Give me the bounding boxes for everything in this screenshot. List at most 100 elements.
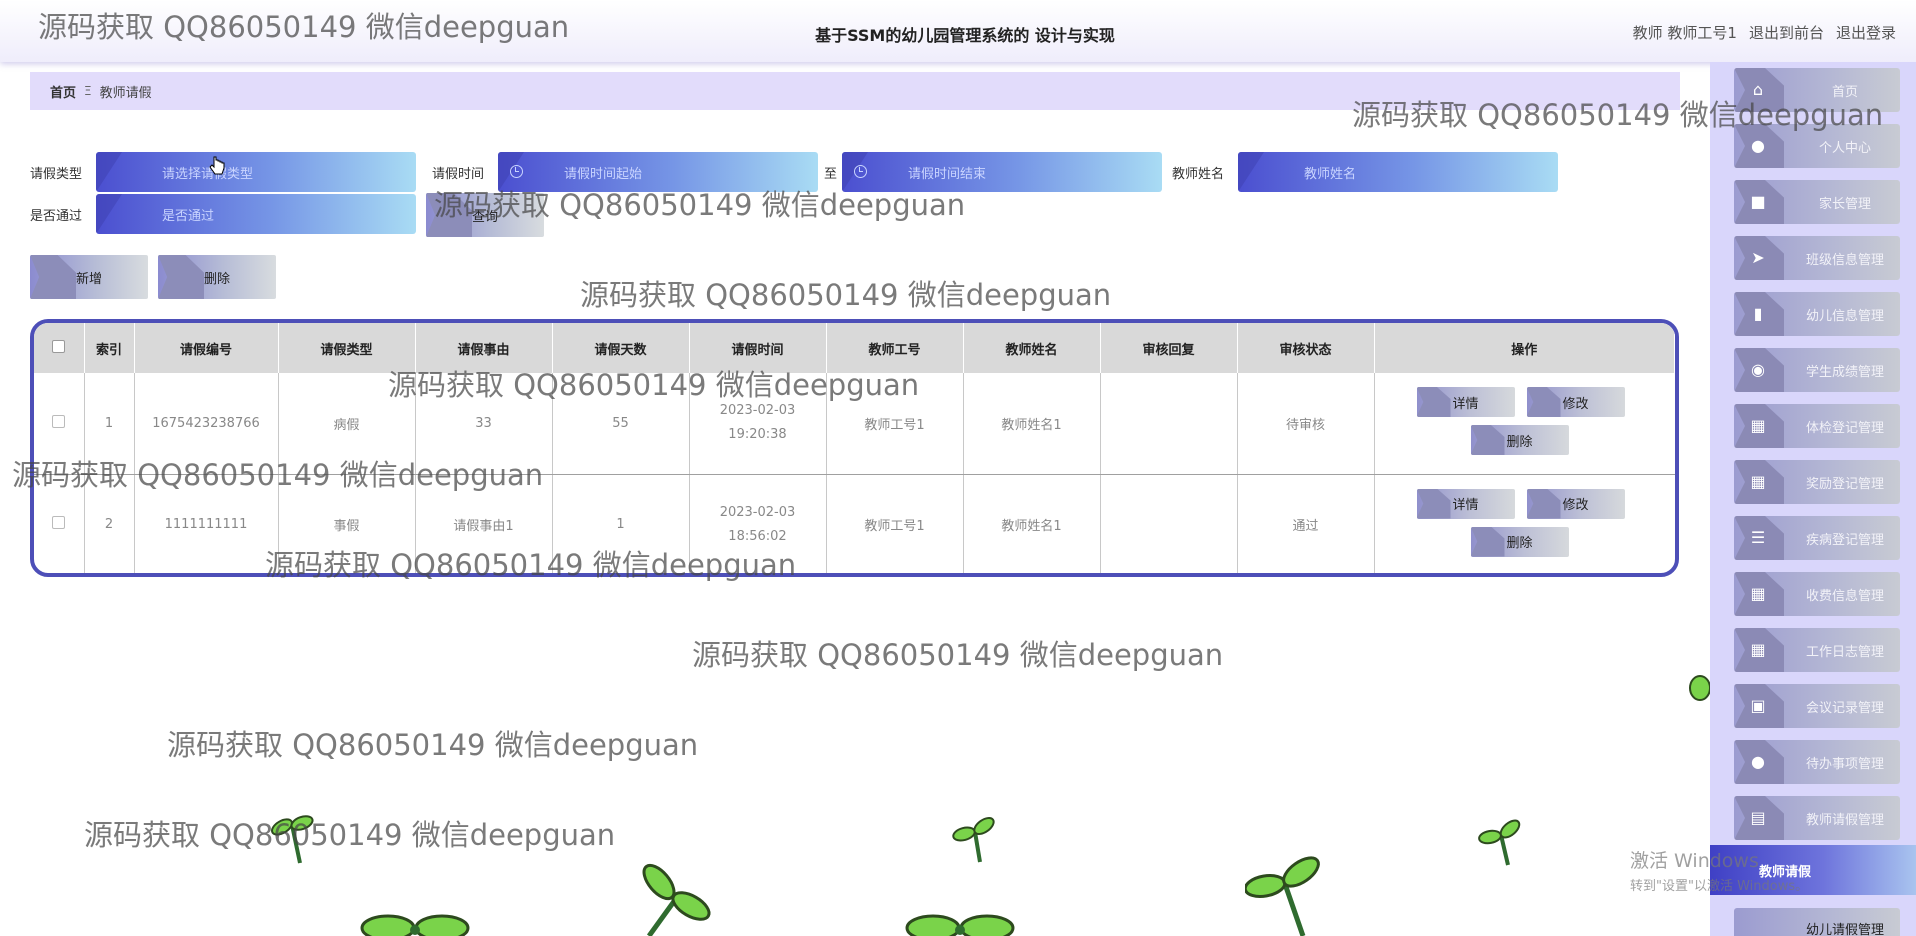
cell-status: 通过 [1237, 474, 1375, 573]
leave-table: 索引 请假编号 请假类型 请假事由 请假天数 请假时间 教师工号 教师姓名 审核… [30, 319, 1679, 577]
row-delete-button[interactable]: 删除 [1470, 425, 1569, 455]
cell-actions: 详情 修改 删除 [1374, 474, 1675, 573]
sidebar-item-label: 待办事项管理 [1805, 757, 1884, 772]
top-bar: 基于SSM的幼儿园管理系统的 设计与实现 教师 教师工号1 退出到前台 退出登录 [0, 0, 1916, 62]
sidebar-item-rewards[interactable]: ▦ 奖励登记管理 [1734, 460, 1900, 504]
sidebar-subitem-teacher-leave[interactable]: 教师请假 [1710, 845, 1916, 895]
sidebar-item-teacher-leave[interactable]: ▤ 教师请假管理 [1734, 796, 1900, 840]
search-row-1: 请假类型 请选择请假类型 请假时间 请假时间起始 至 请假时间结束 教师姓名 教… [30, 152, 1558, 192]
row-checkbox[interactable] [52, 516, 66, 529]
watermark-text: 源码获取 QQ86050149 微信deepguan [84, 818, 616, 852]
propeller-decoration [1689, 675, 1710, 701]
send-icon: ➤ [1751, 248, 1765, 267]
cell-days: 55 [552, 373, 690, 475]
sidebar-item-label: 班级信息管理 [1805, 253, 1884, 268]
select-all-checkbox[interactable] [52, 339, 66, 353]
leave-type-placeholder: 请选择请假类型 [162, 166, 254, 182]
logout-link[interactable]: 退出登录 [1836, 22, 1896, 43]
propeller-decoration [905, 914, 1015, 936]
table-row: 2 1111111111 事假 请假事由1 1 2023-02-03 18:56… [34, 474, 1675, 573]
column-header: 教师工号 [826, 323, 964, 373]
cell-teacher-name: 教师姓名1 [963, 373, 1101, 475]
column-header: 操作 [1374, 323, 1675, 373]
to-front-link[interactable]: 退出到前台 [1749, 22, 1824, 43]
row-delete-button-label: 删除 [1506, 536, 1533, 551]
time-start-input[interactable]: 请假时间起始 [498, 152, 818, 192]
cell-status: 待审核 [1237, 373, 1375, 475]
sidebar-item-grades[interactable]: ◉ 学生成绩管理 [1734, 348, 1900, 392]
batch-delete-button[interactable]: 删除 [158, 255, 276, 299]
grid-icon: ▦ [1750, 472, 1766, 491]
cell-time: 2023-02-03 18:56:02 [689, 474, 827, 573]
sidebar-item-disease[interactable]: ☰ 疾病登记管理 [1734, 516, 1900, 560]
propeller-decoration [642, 863, 711, 936]
pass-placeholder: 是否通过 [162, 208, 215, 224]
leave-type-select[interactable]: 请选择请假类型 [96, 152, 416, 192]
cell-time: 2023-02-03 19:20:38 [689, 373, 827, 475]
sidebar-item-label: 幼儿信息管理 [1805, 309, 1884, 324]
teacher-name-placeholder: 教师姓名 [1304, 166, 1357, 182]
sidebar-item-fees[interactable]: ▦ 收费信息管理 [1734, 572, 1900, 616]
row-delete-button[interactable]: 删除 [1470, 526, 1569, 557]
clock-icon [854, 165, 867, 178]
query-button-label: 查询 [471, 209, 498, 225]
grid-icon: ▦ [1750, 416, 1766, 435]
user-icon: ● [1751, 136, 1765, 155]
row-checkbox[interactable] [52, 414, 66, 428]
add-button-label: 新增 [75, 271, 102, 287]
sidebar-item-todo[interactable]: ● 待办事项管理 [1734, 740, 1900, 784]
cell-code: 1675423238766 [134, 373, 279, 475]
edit-button-label: 修改 [1562, 498, 1589, 513]
query-button[interactable]: 查询 [426, 193, 544, 237]
column-header: 请假天数 [552, 323, 690, 373]
table-row: 1 1675423238766 病假 33 55 2023-02-03 19:2… [34, 373, 1675, 475]
cell-index: 1 [84, 373, 135, 475]
time-end-placeholder: 请假时间结束 [908, 166, 987, 182]
detail-button[interactable]: 详情 [1416, 387, 1515, 417]
search-row-2: 是否通过 是否通过 [30, 194, 416, 234]
list-icon: ☰ [1750, 528, 1766, 547]
column-header: 请假编号 [134, 323, 279, 373]
sidebar-item-worklog[interactable]: ▦ 工作日志管理 [1734, 628, 1900, 672]
column-header: 请假类型 [278, 323, 416, 373]
app-title: 基于SSM的幼儿园管理系统的 设计与实现 [815, 26, 1115, 45]
sidebar-item-label: 会议记录管理 [1805, 701, 1884, 716]
detail-button[interactable]: 详情 [1416, 488, 1515, 519]
sidebar-item-child-leave[interactable]: 幼儿请假管理 [1734, 908, 1900, 936]
pass-select[interactable]: 是否通过 [96, 194, 416, 234]
propeller-decoration [360, 914, 470, 936]
grid-icon: ▦ [1750, 584, 1766, 603]
detail-button-label: 详情 [1452, 396, 1479, 412]
teacher-name-label: 教师姓名 [1172, 166, 1225, 182]
teacher-name-input[interactable]: 教师姓名 [1238, 152, 1558, 192]
sidebar-item-label: 奖励登记管理 [1805, 477, 1884, 492]
sidebar-item-children[interactable]: ▮ 幼儿信息管理 [1734, 292, 1900, 336]
add-button[interactable]: 新增 [30, 255, 148, 299]
row-select-cell [34, 373, 85, 475]
clock-icon [510, 165, 523, 178]
pass-label: 是否通过 [30, 208, 83, 224]
column-header: 请假事由 [415, 323, 553, 373]
row-delete-button-label: 删除 [1506, 434, 1533, 450]
sidebar-item-meetings[interactable]: ▣ 会议记录管理 [1734, 684, 1900, 728]
sidebar-item-label: 首页 [1831, 85, 1858, 100]
edit-button[interactable]: 修改 [1526, 488, 1625, 519]
type-label: 请假类型 [30, 166, 83, 182]
column-header: 审核回复 [1100, 323, 1238, 373]
cell-days: 1 [552, 474, 690, 573]
cell-actions: 详情 修改 删除 [1374, 373, 1675, 475]
sidebar-item-classes[interactable]: ➤ 班级信息管理 [1734, 236, 1900, 280]
column-header: 索引 [84, 323, 135, 373]
sidebar-item-home[interactable]: ⌂ 首页 [1734, 68, 1900, 112]
cell-type: 事假 [278, 474, 416, 573]
sidebar-item-profile[interactable]: ● 个人中心 [1734, 124, 1900, 168]
to-label: 至 [824, 166, 838, 182]
propeller-decoration [1478, 819, 1521, 866]
edit-button[interactable]: 修改 [1526, 387, 1625, 417]
breadcrumb-home[interactable]: 首页 [50, 82, 76, 101]
time-end-input[interactable]: 请假时间结束 [842, 152, 1162, 192]
breadcrumb: 首页 Ξ 教师请假 [30, 72, 1680, 110]
sidebar-item-parents[interactable]: ■ 家长管理 [1734, 180, 1900, 224]
sidebar-item-label: 家长管理 [1818, 197, 1871, 212]
sidebar-item-physical[interactable]: ▦ 体检登记管理 [1734, 404, 1900, 448]
